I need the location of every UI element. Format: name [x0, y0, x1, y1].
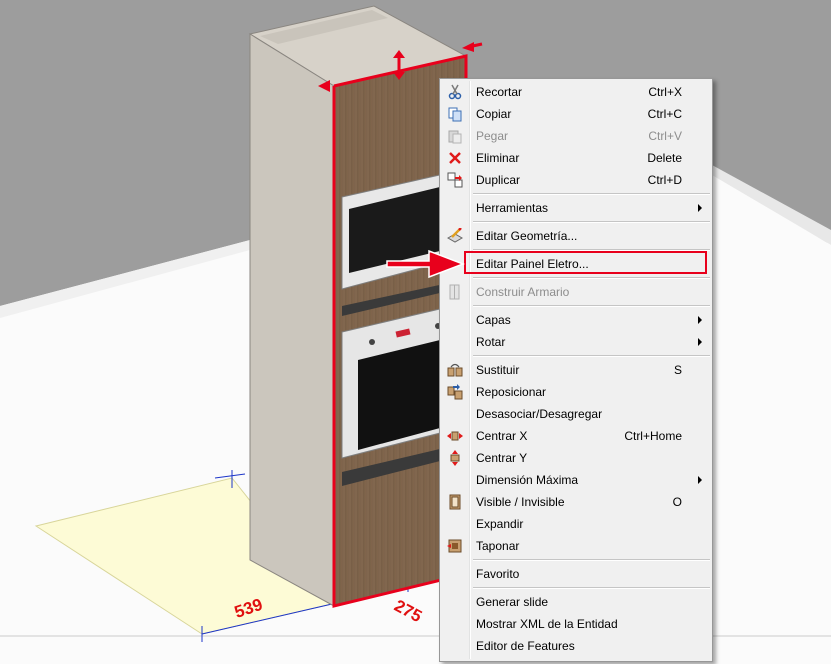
menu-item-label: Generar slide [476, 595, 549, 609]
menu-item-shortcut: Ctrl+C [647, 107, 682, 121]
menu-item-label: Capas [476, 313, 511, 327]
menu-item-label: Visible / Invisible [476, 495, 565, 509]
menu-item-shortcut: Ctrl+Home [624, 429, 682, 443]
menu-item-shortcut: O [672, 495, 682, 509]
menu-item-label: Rotar [476, 335, 506, 349]
menu-item-copiar[interactable]: Copiar Ctrl+C [442, 103, 710, 125]
menu-item-label: Duplicar [476, 173, 521, 187]
center-y-icon [447, 450, 463, 466]
menu-item-label: Copiar [476, 107, 512, 121]
menu-item-eliminar[interactable]: Eliminar Delete [442, 147, 710, 169]
menu-item-duplicar[interactable]: Duplicar Ctrl+D [442, 169, 710, 191]
menu-item-label: Reposicionar [476, 385, 547, 399]
menu-item-shortcut: Ctrl+D [647, 173, 682, 187]
menu-separator [473, 193, 710, 195]
menu-item-mostrar-xml[interactable]: Mostrar XML de la Entidad [442, 613, 710, 635]
menu-item-favorito[interactable]: Favorito [442, 563, 710, 585]
menu-separator [473, 277, 710, 279]
menu-item-label: Eliminar [476, 151, 520, 165]
submenu-arrow-icon [698, 476, 702, 484]
menu-item-pegar[interactable]: Pegar Ctrl+V [442, 125, 710, 147]
menu-item-label: Taponar [476, 539, 520, 553]
menu-item-label: Herramientas [476, 201, 549, 215]
menu-item-label: Centrar Y [476, 451, 528, 465]
menu-item-reposicionar[interactable]: Reposicionar [442, 381, 710, 403]
menu-separator [473, 355, 710, 357]
submenu-arrow-icon [698, 204, 702, 212]
menu-separator [473, 559, 710, 561]
menu-separator [473, 587, 710, 589]
center-x-icon [447, 428, 463, 444]
copy-icon [447, 106, 463, 122]
scissors-icon [447, 84, 463, 100]
edit-geometry-icon [446, 227, 464, 244]
menu-item-capas[interactable]: Capas [442, 309, 710, 331]
menu-item-label: Mostrar XML de la Entidad [476, 617, 618, 631]
menu-item-label: Desasociar/Desagregar [476, 407, 603, 421]
replace-icon [447, 362, 463, 378]
menu-item-expandir[interactable]: Expandir [442, 513, 710, 535]
menu-item-visible-invisible[interactable]: Visible / Invisible O [442, 491, 710, 513]
menu-item-centrar-x[interactable]: Centrar X Ctrl+Home [442, 425, 710, 447]
callout-arrow-icon [386, 249, 466, 279]
menu-item-recortar[interactable]: Recortar Ctrl+X [442, 81, 710, 103]
menu-item-editor-features[interactable]: Editor de Features [442, 635, 710, 657]
delete-icon [447, 150, 463, 166]
menu-item-shortcut: Ctrl+V [648, 129, 682, 143]
menu-item-shortcut: S [673, 363, 682, 377]
menu-item-herramientas[interactable]: Herramientas [442, 197, 710, 219]
highlight-box [464, 251, 707, 274]
menu-item-label: Editor de Features [476, 639, 575, 653]
menu-item-label: Recortar [476, 85, 523, 99]
menu-item-label: Pegar [476, 129, 509, 143]
reposition-icon [447, 384, 463, 400]
context-menu: Recortar Ctrl+X Copiar Ctrl+C Pegar Ctrl… [439, 78, 713, 662]
menu-item-sustituir[interactable]: Sustituir S [442, 359, 710, 381]
plug-icon [447, 538, 463, 554]
visibility-icon [447, 494, 463, 510]
build-cabinet-icon [447, 284, 463, 300]
menu-item-label: Favorito [476, 567, 520, 581]
menu-item-desasociar[interactable]: Desasociar/Desagregar [442, 403, 710, 425]
menu-item-editar-geometria[interactable]: Editar Geometría... [442, 225, 710, 247]
submenu-arrow-icon [698, 316, 702, 324]
submenu-arrow-icon [698, 338, 702, 346]
menu-item-shortcut: Ctrl+X [648, 85, 682, 99]
menu-separator [473, 221, 710, 223]
duplicate-icon [447, 172, 463, 188]
menu-item-generar-slide[interactable]: Generar slide [442, 591, 710, 613]
menu-separator [473, 305, 710, 307]
menu-item-taponar[interactable]: Taponar [442, 535, 710, 557]
paste-icon [447, 128, 463, 144]
menu-item-label: Dimensión Máxima [476, 473, 579, 487]
menu-item-rotar[interactable]: Rotar [442, 331, 710, 353]
menu-item-label: Sustituir [476, 363, 520, 377]
menu-item-label: Expandir [476, 517, 524, 531]
menu-item-centrar-y[interactable]: Centrar Y [442, 447, 710, 469]
menu-item-construir-armario[interactable]: Construir Armario [442, 281, 710, 303]
menu-item-shortcut: Delete [647, 151, 682, 165]
menu-item-label: Construir Armario [476, 285, 570, 299]
menu-item-label: Centrar X [476, 429, 528, 443]
menu-item-dimension-maxima[interactable]: Dimensión Máxima [442, 469, 710, 491]
menu-item-label: Editar Geometría... [476, 229, 578, 243]
